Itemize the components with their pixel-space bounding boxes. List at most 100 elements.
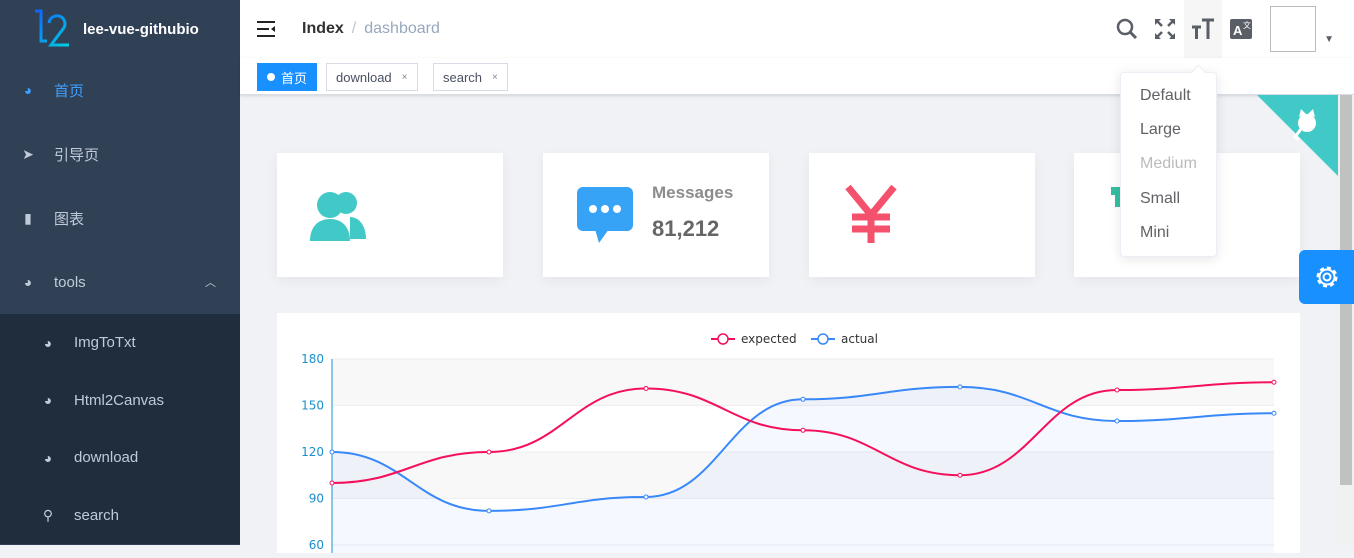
line-chart-svg: 180 150 120 90 60 expected actual xyxy=(301,332,1277,553)
settings-button[interactable] xyxy=(1299,250,1354,304)
y-tick-label: 150 xyxy=(301,399,324,413)
legend-label-actual: actual xyxy=(841,332,878,346)
sidebar-item-label: ImgToTxt xyxy=(74,334,136,352)
card-purchases[interactable] xyxy=(809,153,1035,277)
sidebar-item-search[interactable]: ⚲ search xyxy=(0,487,240,545)
data-point-actual xyxy=(329,449,335,455)
size-select-button[interactable] xyxy=(1184,0,1223,58)
size-option-medium: Medium xyxy=(1140,155,1197,173)
sidebar: lee-vue-githubio ◕ 首页 ➤ 引导页 ▮ 图表 ◕ tools ︿ ◕ I… xyxy=(0,0,240,545)
breadcrumb-separator: / xyxy=(351,20,357,37)
y-tick-label: 180 xyxy=(301,352,324,366)
tag-label: 首页 xyxy=(281,70,308,86)
fullscreen-icon xyxy=(1155,19,1176,39)
logo[interactable]: lee-vue-githubio xyxy=(0,0,240,58)
logo-icon xyxy=(35,9,69,47)
money-icon xyxy=(845,185,897,243)
svg-text:A: A xyxy=(1233,23,1243,38)
dashboard-icon: ◕ xyxy=(43,392,53,409)
tag-label: search xyxy=(443,69,483,85)
avatar[interactable] xyxy=(1270,6,1317,52)
size-option-small[interactable]: Small xyxy=(1121,182,1216,216)
data-point-expected xyxy=(329,480,335,486)
sidebar-item-label: tools xyxy=(54,273,86,291)
data-point-actual xyxy=(486,508,492,514)
sidebar-item-label: 首页 xyxy=(54,82,85,100)
sidebar-item-charts[interactable]: ▮ 图表 xyxy=(0,186,240,250)
paper-plane-icon: ➤ xyxy=(22,145,34,162)
size-option-large[interactable]: Large xyxy=(1121,113,1216,147)
navbar: Index / dashboard A文 ▼ xyxy=(240,0,1354,58)
hamburger-icon[interactable] xyxy=(256,20,276,38)
card-messages[interactable]: Messages 81,212 xyxy=(543,153,769,277)
sidebar-item-label: Html2Canvas xyxy=(74,391,165,409)
data-point-expected xyxy=(643,385,649,391)
tag-label: download xyxy=(336,69,392,85)
dashboard-icon: ◕ xyxy=(43,449,53,466)
sidebar-item-download[interactable]: ◕ download xyxy=(0,429,240,487)
line-chart: 180 150 120 90 60 expected actual xyxy=(277,313,1300,553)
breadcrumb-root[interactable]: Index xyxy=(302,20,344,37)
scrollbar[interactable] xyxy=(1338,95,1354,545)
svg-text:文: 文 xyxy=(1243,20,1251,30)
tag-search[interactable]: search × xyxy=(433,63,508,91)
close-icon[interactable]: × xyxy=(402,72,408,83)
fullscreen-button[interactable] xyxy=(1146,0,1184,58)
sidebar-item-tools[interactable]: ◕ tools ︿ xyxy=(0,250,240,314)
dashboard-icon: ◕ xyxy=(23,82,33,98)
breadcrumb-current: dashboard xyxy=(364,20,440,37)
active-dot xyxy=(267,73,275,81)
y-tick-label: 90 xyxy=(309,492,324,506)
card-value: 81,212 xyxy=(652,216,720,241)
github-corner[interactable] xyxy=(1257,95,1338,176)
search-icon xyxy=(1116,18,1138,40)
sidebar-item-imgtotxt[interactable]: ◕ ImgToTxt xyxy=(0,314,240,372)
font-size-icon xyxy=(1192,18,1215,39)
tag-download[interactable]: download × xyxy=(326,63,418,91)
sidebar-item-label: search xyxy=(74,506,120,524)
y-tick-label: 60 xyxy=(309,538,324,552)
dashboard-icon: ◕ xyxy=(43,334,53,351)
data-point-expected xyxy=(800,427,806,433)
translate-icon: A文 xyxy=(1230,19,1253,39)
data-point-actual xyxy=(1271,410,1277,416)
language-button[interactable]: A文 xyxy=(1222,0,1260,58)
card-new-visits[interactable] xyxy=(277,153,503,277)
data-point-expected xyxy=(486,449,492,455)
data-point-actual xyxy=(1114,418,1120,424)
size-option-default[interactable]: Default xyxy=(1121,79,1216,113)
gear-icon xyxy=(1316,266,1337,288)
app-title: lee-vue-githubio xyxy=(83,20,199,38)
message-icon xyxy=(577,187,633,243)
sidebar-item-label: download xyxy=(74,449,139,467)
legend-marker xyxy=(817,333,829,345)
data-point-actual xyxy=(957,384,963,390)
sidebar-item-html2canvas[interactable]: ◕ Html2Canvas xyxy=(0,372,240,430)
legend-marker xyxy=(717,333,729,345)
close-icon[interactable]: × xyxy=(492,72,498,83)
dashboard-icon: ◕ xyxy=(23,274,33,290)
sidebar-item-label: 图表 xyxy=(54,210,85,228)
peoples-icon xyxy=(310,192,366,241)
data-point-actual xyxy=(800,396,806,402)
card-label: Messages xyxy=(652,183,734,202)
data-point-expected xyxy=(1114,387,1120,393)
size-option-mini[interactable]: Mini xyxy=(1121,216,1216,250)
search-button[interactable] xyxy=(1108,0,1146,58)
tag-home[interactable]: 首页 xyxy=(257,63,318,91)
sidebar-item-label: 引导页 xyxy=(54,146,100,164)
search-icon: ⚲ xyxy=(42,506,54,523)
chevron-up-icon: ︿ xyxy=(205,277,216,289)
data-point-actual xyxy=(643,494,649,500)
data-point-expected xyxy=(957,472,963,478)
breadcrumb: Index / dashboard xyxy=(302,20,440,38)
y-tick-label: 120 xyxy=(301,445,324,459)
sidebar-item-home[interactable]: ◕ 首页 xyxy=(0,58,240,122)
bar-chart-icon: ▮ xyxy=(24,209,32,226)
sidebar-item-guide[interactable]: ➤ 引导页 xyxy=(0,122,240,186)
tools-submenu: ◕ ImgToTxt ◕ Html2Canvas ◕ download ⚲ search xyxy=(0,314,240,544)
caret-down-icon[interactable]: ▼ xyxy=(1324,34,1334,45)
size-dropdown-menu: Default Large Medium Small Mini xyxy=(1120,72,1217,257)
data-point-expected xyxy=(1271,379,1277,385)
legend-label-expected: expected xyxy=(741,332,797,346)
